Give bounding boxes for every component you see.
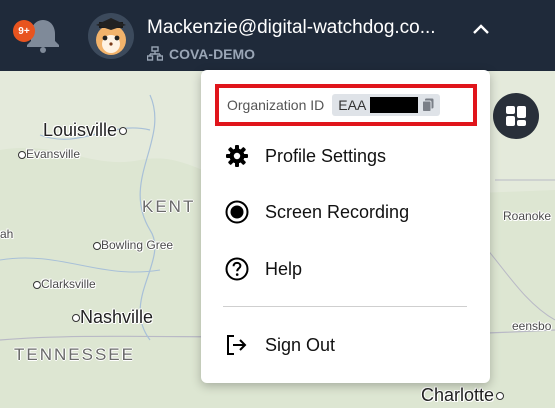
chevron-up-icon[interactable] [470, 18, 492, 40]
menu-item-profile-settings[interactable]: Profile Settings [225, 142, 386, 170]
map-label-charlotte: Charlotte [421, 385, 505, 406]
org-tree-icon [147, 46, 163, 61]
map-label-nashville: Nashville [72, 307, 153, 328]
map-label-kentucky: KENT [142, 197, 196, 216]
menu-divider [223, 306, 467, 307]
map-label-bowling-green: Bowling Gree [93, 238, 173, 252]
organization-id-chip[interactable]: EAA [332, 94, 441, 116]
org-name: COVA-DEMO [169, 46, 256, 62]
menu-item-label: Sign Out [265, 334, 336, 355]
map-label-greensboro: eensbo [512, 319, 552, 333]
avatar-image [96, 18, 126, 55]
map-label-evansville: Evansville [18, 147, 80, 161]
organization-id-row: Organization ID EAA [215, 84, 477, 126]
record-icon [225, 200, 249, 224]
widgets-icon [506, 106, 526, 126]
org-selector[interactable]: COVA-DEMO [147, 46, 255, 62]
menu-item-screen-recording[interactable]: Screen Recording [225, 198, 409, 226]
widgets-button[interactable] [493, 93, 539, 139]
redaction-bar [370, 97, 419, 113]
avatar[interactable] [88, 13, 134, 59]
map-label-tennessee: TENNESSEE [14, 345, 135, 364]
notification-badge: 9+ [13, 20, 35, 42]
menu-item-label: Screen Recording [265, 201, 410, 222]
menu-item-label: Help [265, 258, 303, 279]
header-bar: 9+ Mackenzie@digital-watchdog.co... COVA… [0, 0, 555, 71]
map-label-ah: ah [0, 227, 14, 241]
copy-icon[interactable] [422, 98, 434, 112]
map-label-roanoke: Roanoke [503, 209, 552, 223]
organization-id-value: EAA [338, 97, 367, 113]
user-menu-dropdown: Organization ID EAA Profile Settings Scr… [201, 70, 490, 383]
map-label-louisville: Louisville [43, 120, 128, 141]
sign-out-icon [227, 335, 247, 355]
gear-icon [226, 145, 248, 167]
menu-item-help[interactable]: Help [225, 255, 302, 283]
menu-item-sign-out[interactable]: Sign Out [225, 331, 335, 359]
user-email: Mackenzie@digital-watchdog.co... [147, 17, 436, 38]
menu-item-label: Profile Settings [265, 145, 387, 166]
map-label-clarksville: Clarksville [33, 277, 96, 291]
notifications-button[interactable]: 9+ [13, 14, 61, 54]
organization-id-label: Organization ID [227, 97, 325, 113]
help-icon [225, 257, 249, 281]
